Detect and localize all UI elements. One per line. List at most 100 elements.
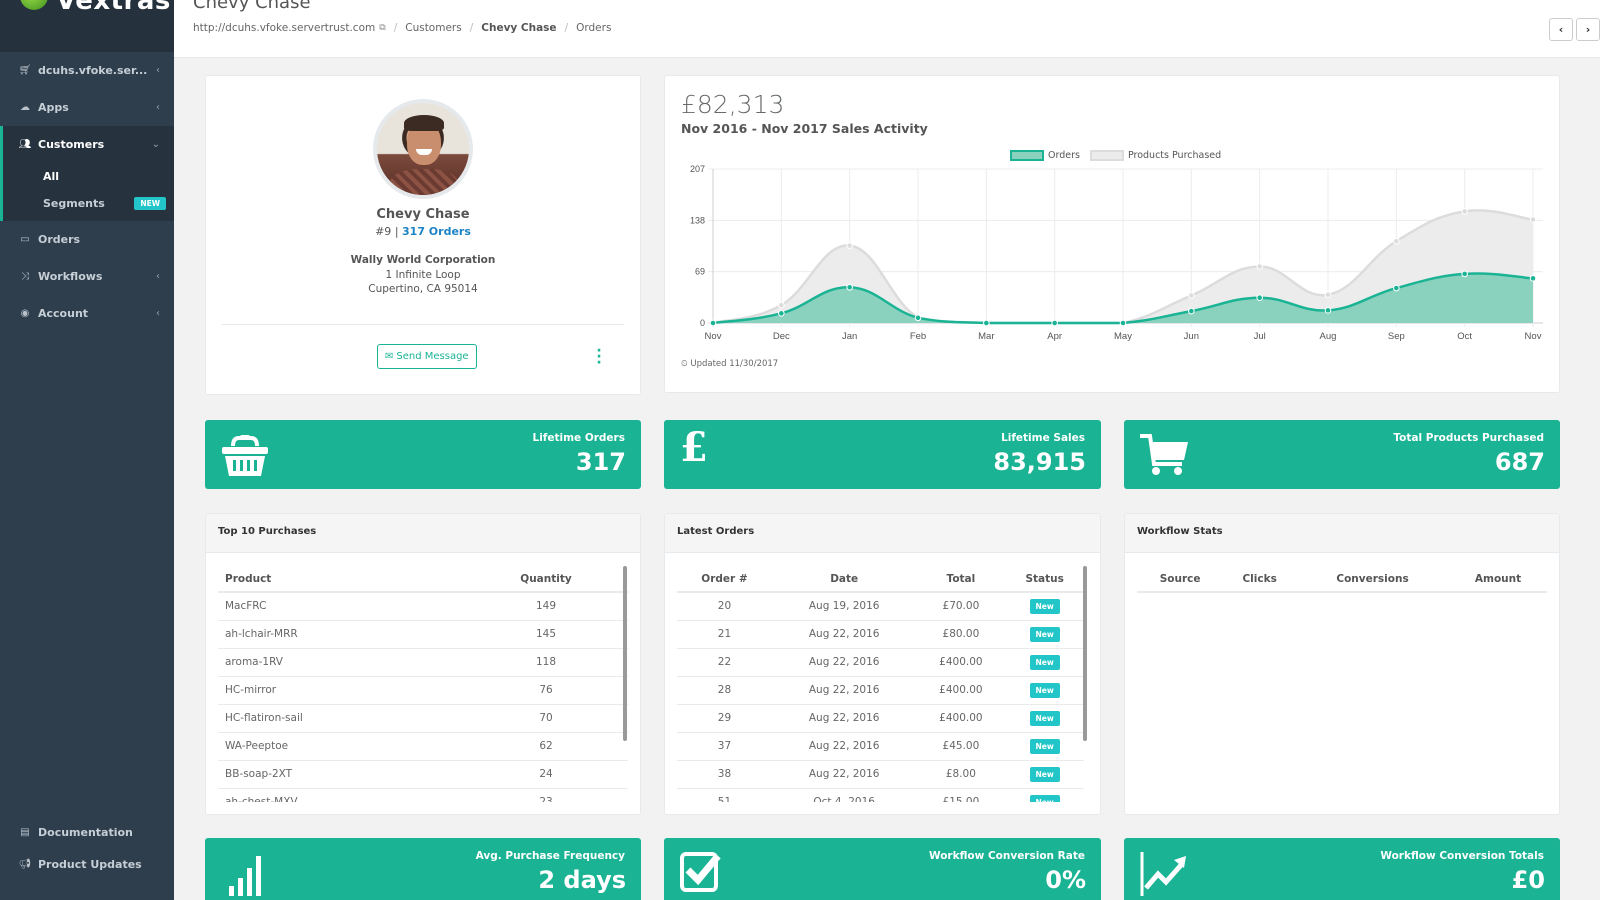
company-name: Wally World Corporation	[350, 254, 496, 266]
table-row[interactable]: 29 Aug 22, 2016 £400.00 New	[677, 704, 1084, 733]
sidebar-item-product-updates[interactable]: 📢︎ Product Updates	[0, 848, 174, 880]
column-header-total[interactable]: Total	[916, 566, 1006, 593]
orders-point	[1529, 275, 1537, 282]
quantity-cell: 70	[464, 704, 628, 733]
tile-value: £0	[1511, 866, 1545, 894]
panel-title: Latest Orders	[665, 514, 1100, 553]
top-purchases-scroll[interactable]: Product Quantity MacFRC 149 ah-lchair-MRR 1…	[218, 566, 628, 802]
orders-link[interactable]: 317 Orders	[402, 225, 471, 238]
sidebar-item-workflows[interactable]: ⤨ Workflows ‹	[0, 258, 174, 295]
product-cell: MacFRC	[218, 592, 464, 621]
table-row[interactable]: ah-lchair-MRR 145	[218, 620, 628, 649]
x-tick-label: Sep	[1388, 331, 1405, 342]
table-row[interactable]: 38 Aug 22, 2016 £8.00 New	[677, 760, 1084, 789]
table-row[interactable]: 21 Aug 22, 2016 £80.00 New	[677, 620, 1084, 649]
table-row[interactable]: BB-soap-2XT 24	[218, 760, 628, 789]
table-row[interactable]: ah-chest-MXV 23	[218, 788, 628, 802]
order-number-cell: 37	[677, 732, 772, 761]
x-tick-label: Mar	[978, 331, 994, 342]
table-row[interactable]: 20 Aug 19, 2016 £70.00 New	[677, 592, 1084, 621]
shopping-basket-icon	[222, 435, 268, 476]
total-cell: £400.00	[916, 704, 1006, 733]
products-point	[1324, 291, 1332, 299]
tile-label: Workflow Conversion Rate	[929, 850, 1085, 862]
status-cell: New	[1005, 676, 1084, 705]
total-cell: £80.00	[916, 620, 1006, 649]
sidebar-item-store[interactable]: 🛒︎ dcuhs.vfoke.ser... ‹	[0, 52, 174, 89]
sidebar-item-label: Documentation	[38, 825, 133, 839]
table-row[interactable]: MacFRC 149	[218, 592, 628, 621]
check-square-icon	[680, 852, 721, 892]
cloud-icon: ☁	[20, 102, 30, 113]
status-badge: New	[1029, 710, 1060, 726]
breadcrumb-customers[interactable]: Customers	[405, 22, 461, 34]
products-point	[1256, 263, 1263, 270]
sidebar-subitem-segments[interactable]: Segments NEW	[3, 189, 174, 221]
orders-point	[983, 319, 990, 327]
scrollbar[interactable]	[1083, 566, 1087, 741]
total-cell: £400.00	[916, 676, 1006, 705]
sidebar-item-orders[interactable]: ▭ Orders	[0, 221, 174, 258]
more-options-icon[interactable]: · · ·	[592, 344, 606, 370]
column-header-status[interactable]: Status	[1005, 566, 1084, 593]
breadcrumb-separator: /	[469, 22, 474, 34]
status-cell: New	[1005, 648, 1084, 677]
breadcrumb-separator: /	[393, 22, 398, 34]
order-number-cell: 38	[677, 760, 772, 789]
external-link-icon: ⧉	[379, 23, 386, 33]
column-header-product[interactable]: Product	[218, 566, 464, 593]
table-row[interactable]: HC-flatiron-sail 70	[218, 704, 628, 733]
tile-label: Lifetime Sales	[1001, 432, 1085, 444]
column-header-amount[interactable]: Amount	[1449, 566, 1547, 593]
orders-point	[846, 283, 853, 291]
sales-activity-card: £82,313 Nov 2016 - Nov 2017 Sales Activi…	[664, 75, 1560, 393]
orders-point	[1324, 307, 1332, 314]
brand-name: Vextras	[56, 0, 171, 16]
send-message-button[interactable]: ✉ Send Message	[377, 344, 477, 369]
sidebar-item-label: dcuhs.vfoke.ser...	[38, 64, 148, 77]
sidebar-item-account[interactable]: ◉ Account ‹	[0, 295, 174, 332]
breadcrumb-customer[interactable]: Chevy Chase	[481, 22, 556, 34]
breadcrumb-separator: /	[564, 22, 569, 34]
y-tick-label: 207	[690, 164, 705, 174]
sidebar-item-customers[interactable]: 👥︎ Customers ⌄	[3, 126, 174, 163]
column-header-source[interactable]: Source	[1137, 566, 1224, 593]
date-cell: Aug 22, 2016	[771, 648, 917, 677]
scrollbar[interactable]	[623, 566, 627, 741]
total-cell: £45.00	[916, 732, 1006, 761]
column-header-date[interactable]: Date	[771, 566, 917, 593]
x-tick-label: Nov	[705, 331, 722, 342]
latest-orders-scroll[interactable]: Order # Date Total Status 20 Aug 19, 2016…	[677, 566, 1084, 802]
logo-icon	[20, 0, 48, 10]
breadcrumb-store-link[interactable]: http://dcuhs.vfoke.servertrust.com	[193, 22, 375, 34]
total-products-tile: Total Products Purchased 687	[1124, 420, 1560, 489]
column-header-conversions[interactable]: Conversions	[1296, 566, 1450, 593]
date-cell: Aug 22, 2016	[771, 676, 917, 705]
previous-button[interactable]: ‹	[1549, 18, 1573, 41]
order-number-cell: 28	[677, 676, 772, 705]
chevron-left-icon: ‹	[156, 271, 160, 282]
table-row[interactable]: 51 Oct 4, 2016 £15.00 New	[677, 788, 1084, 802]
y-tick-label: 138	[690, 215, 705, 225]
column-header-clicks[interactable]: Clicks	[1223, 566, 1297, 593]
sidebar-subitem-all[interactable]: All	[3, 163, 174, 189]
table-row[interactable]: 37 Aug 22, 2016 £45.00 New	[677, 732, 1084, 761]
sidebar-item-apps[interactable]: ☁ Apps ‹	[0, 89, 174, 126]
lifetime-sales-tile: £ Lifetime Sales 83,915	[664, 420, 1101, 489]
table-row[interactable]: aroma-1RV 118	[218, 648, 628, 677]
avg-purchase-frequency-tile: Avg. Purchase Frequency 2 days	[205, 838, 641, 900]
table-row[interactable]: WA-Peeptoe 62	[218, 732, 628, 761]
table-row[interactable]: 28 Aug 22, 2016 £400.00 New	[677, 676, 1084, 705]
table-row[interactable]: HC-mirror 76	[218, 676, 628, 705]
table-row[interactable]: 22 Aug 22, 2016 £400.00 New	[677, 648, 1084, 677]
x-tick-label: Jul	[1254, 331, 1266, 342]
divider	[222, 324, 624, 325]
order-number-cell: 29	[677, 704, 772, 733]
column-header-order[interactable]: Order #	[677, 566, 772, 593]
sidebar-item-documentation[interactable]: ▤ Documentation	[0, 816, 174, 848]
column-header-quantity[interactable]: Quantity	[464, 566, 628, 593]
chevron-down-icon: ⌄	[151, 139, 160, 150]
orders-point	[1256, 294, 1263, 302]
product-cell: BB-soap-2XT	[218, 760, 464, 789]
next-button[interactable]: ›	[1576, 18, 1600, 41]
